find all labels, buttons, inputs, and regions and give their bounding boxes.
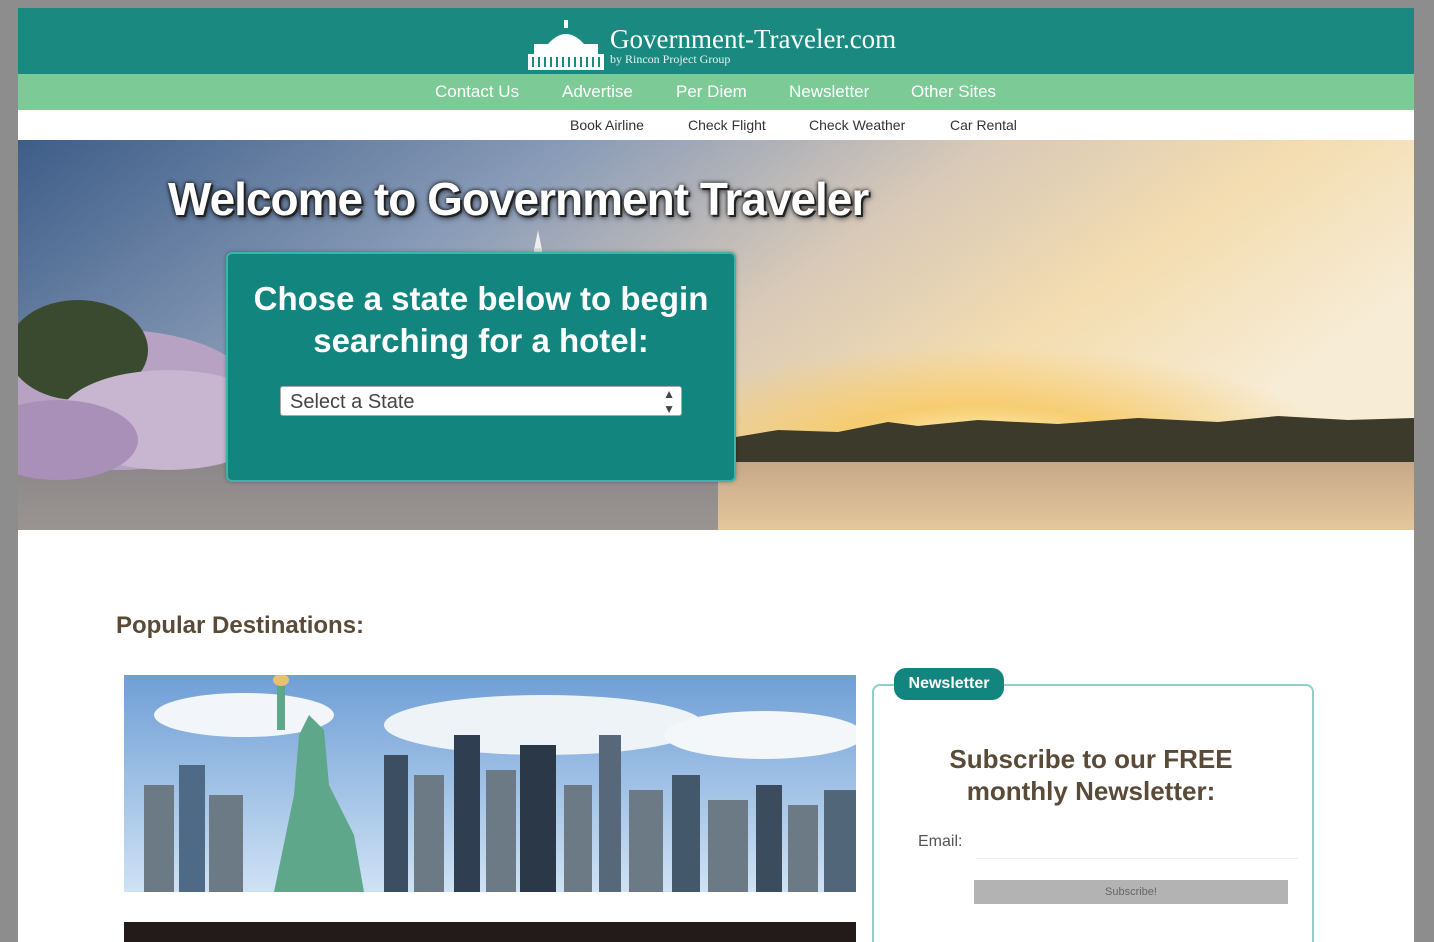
popular-destinations-heading: Popular Destinations: <box>116 612 365 639</box>
subscribe-heading: Subscribe to our FREE monthly Newsletter… <box>894 743 1288 807</box>
hero-title: Welcome to Government Traveler <box>168 173 869 225</box>
subscribe-button[interactable]: Subscribe! <box>974 880 1288 904</box>
nav-item-per-diem[interactable]: Per Diem <box>676 74 747 110</box>
site-header: Government-Traveler.com by Rincon Projec… <box>18 8 1414 74</box>
state-select[interactable]: Select a State ▲ ▼ <box>280 386 682 416</box>
search-heading-line-2: searching for a hotel: <box>313 322 649 359</box>
nav-item-other-sites[interactable]: Other Sites <box>911 74 996 110</box>
select-arrows-icon: ▲ ▼ <box>663 387 675 416</box>
subscribe-heading-line-1: Subscribe to our FREE <box>949 744 1233 774</box>
email-input[interactable] <box>976 826 1298 859</box>
subnav-item-car-rental[interactable]: Car Rental <box>950 110 1017 140</box>
destination-image-new-york[interactable] <box>124 675 856 892</box>
logo-text: Government-Traveler.com by Rincon Projec… <box>610 26 896 72</box>
new-york-skyline-image <box>124 675 856 892</box>
destination-image-second[interactable] <box>124 922 856 942</box>
nav-item-contact-us[interactable]: Contact Us <box>435 74 519 110</box>
site-tagline: by Rincon Project Group <box>610 52 731 66</box>
sub-nav: Book Airline Check Flight Check Weather … <box>18 110 1414 140</box>
subnav-item-book-airline[interactable]: Book Airline <box>570 110 644 140</box>
main-nav: Contact Us Advertise Per Diem Newsletter… <box>18 74 1414 110</box>
nav-item-newsletter[interactable]: Newsletter <box>789 74 869 110</box>
email-label: Email: <box>918 833 963 850</box>
subnav-item-check-weather[interactable]: Check Weather <box>809 110 905 140</box>
hotel-search-box: Chose a state below to begin searching f… <box>226 252 736 482</box>
subscribe-heading-line-2: monthly Newsletter: <box>966 776 1216 806</box>
state-select-value: Select a State <box>290 391 415 413</box>
site-name: Government-Traveler.com <box>610 24 897 54</box>
hero-banner: Welcome to Government Traveler Chose a s… <box>18 140 1414 530</box>
search-heading: Chose a state below to begin searching f… <box>228 278 734 362</box>
site-logo[interactable]: Government-Traveler.com by Rincon Projec… <box>526 16 896 72</box>
subnav-item-check-flight[interactable]: Check Flight <box>688 110 766 140</box>
nav-item-advertise[interactable]: Advertise <box>562 74 633 110</box>
search-heading-line-1: Chose a state below to begin <box>253 280 709 317</box>
capitol-building-icon <box>528 20 604 70</box>
page-frame: Government-Traveler.com by Rincon Projec… <box>18 8 1414 942</box>
newsletter-tab: Newsletter <box>894 668 1004 700</box>
